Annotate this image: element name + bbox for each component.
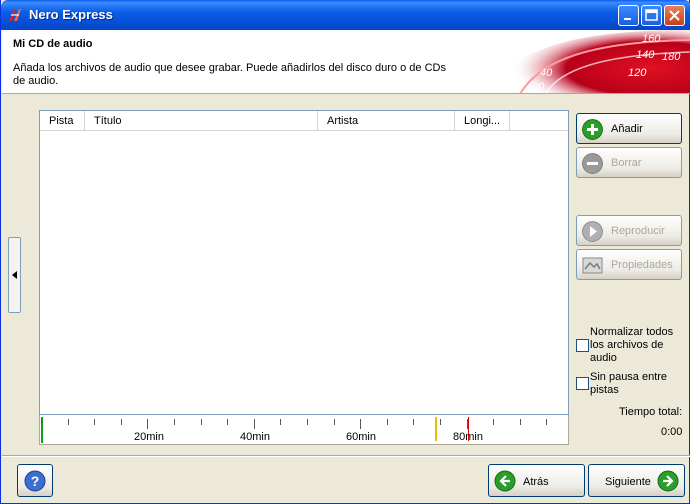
timeline-tick (466, 419, 468, 429)
play-button-label: Reproducir (611, 225, 665, 237)
timeline-label: 20min (134, 431, 164, 443)
no-pause-checkbox[interactable] (576, 377, 589, 390)
next-button-label: Siguiente (605, 476, 651, 488)
page-title: Mi CD de audio (13, 38, 93, 50)
timeline-tick (227, 419, 229, 425)
timeline-label: 80min (453, 431, 483, 443)
timeline-tick (519, 419, 521, 425)
total-time-value: 0:00 (661, 426, 683, 438)
column-header-track[interactable]: Pista (40, 111, 85, 131)
timeline-tick (493, 419, 495, 425)
timeline-tick (200, 419, 202, 425)
audio-track-list[interactable]: Pista Título Artista Longi... (39, 110, 569, 415)
timeline-label: 60min (346, 431, 376, 443)
next-button[interactable]: Siguiente (588, 464, 685, 497)
list-header: Pista Título Artista Longi... (40, 111, 568, 131)
speedo-number: 140 (636, 49, 655, 61)
nero-express-window: Nero Express Mi CD de audio Añada los ar… (0, 0, 690, 504)
timeline-tick (174, 419, 175, 425)
timeline-tick (546, 419, 548, 425)
total-time-label: Tiempo total: (619, 406, 683, 418)
capacity-warning-marker (435, 417, 437, 441)
arrow-right-icon (657, 470, 679, 492)
timeline-tick (147, 419, 149, 429)
minimize-button[interactable] (618, 5, 639, 26)
nero-logo-icon (9, 9, 21, 21)
speedo-number: 160 (642, 33, 661, 45)
timeline-tick (67, 419, 69, 425)
add-button-label: Añadir (611, 123, 643, 135)
capacity-timeline: 20min 40min 60min 80min (39, 415, 569, 445)
delete-button-label: Borrar (611, 157, 642, 169)
timeline-tick (253, 419, 255, 429)
column-header-title[interactable]: Título (85, 111, 318, 131)
page-description: Añada los archivos de audio que desee gr… (13, 62, 446, 87)
timeline-tick (94, 419, 96, 425)
normalize-label: Normalizar todos los archivos de audio (590, 326, 674, 364)
speedo-number: 180 (662, 51, 681, 63)
maximize-button[interactable] (641, 5, 662, 26)
timeline-tick (333, 419, 335, 425)
speedometer-graphic: 160 180 140 120 40 20 (490, 30, 690, 93)
timeline-tick (386, 419, 388, 425)
plus-icon (582, 119, 603, 140)
wizard-header: Mi CD de audio Añada los archivos de aud… (2, 30, 690, 94)
properties-icon (582, 257, 603, 274)
timeline-tick (360, 419, 362, 429)
back-button-label: Atrás (523, 476, 549, 488)
timeline-label: 40min (240, 431, 270, 443)
play-icon (582, 221, 603, 242)
speedo-number: 40 (540, 67, 553, 79)
timeline-tick (440, 419, 441, 425)
minus-icon (582, 153, 603, 174)
window-title: Nero Express (29, 7, 113, 22)
chevron-left-icon (12, 271, 17, 279)
normalize-checkbox[interactable] (576, 339, 589, 352)
close-icon (669, 10, 680, 21)
add-button[interactable]: Añadir (576, 113, 682, 144)
timeline-tick (120, 419, 122, 425)
delete-button[interactable]: Borrar (576, 147, 682, 178)
footer-divider (2, 455, 690, 457)
title-bar: Nero Express (1, 0, 690, 30)
properties-button[interactable]: Propiedades (576, 249, 682, 280)
help-icon: ? (24, 470, 46, 492)
properties-button-label: Propiedades (611, 259, 673, 271)
timeline-tick (41, 419, 42, 425)
speedo-number: 120 (628, 67, 647, 79)
maximize-icon (645, 9, 658, 21)
column-header-artist[interactable]: Artista (318, 111, 455, 131)
sidebar-toggle-button[interactable] (8, 237, 21, 313)
speedo-number: 20 (531, 81, 545, 93)
back-button[interactable]: Atrás (488, 464, 585, 497)
normalize-option: Normalizar todos los archivos de audio (576, 326, 686, 366)
timeline-tick (413, 419, 415, 425)
no-pause-option: Sin pausa entre pistas (576, 371, 686, 397)
play-button[interactable]: Reproducir (576, 215, 682, 246)
column-header-length[interactable]: Longi... (455, 111, 510, 131)
timeline-tick (307, 419, 308, 425)
timeline-tick (280, 419, 282, 425)
arrow-left-icon (494, 470, 516, 492)
close-button[interactable] (664, 5, 685, 26)
help-button[interactable]: ? (17, 464, 53, 497)
minimize-icon (624, 18, 631, 20)
no-pause-label: Sin pausa entre pistas (590, 371, 668, 396)
svg-text:?: ? (31, 473, 40, 489)
